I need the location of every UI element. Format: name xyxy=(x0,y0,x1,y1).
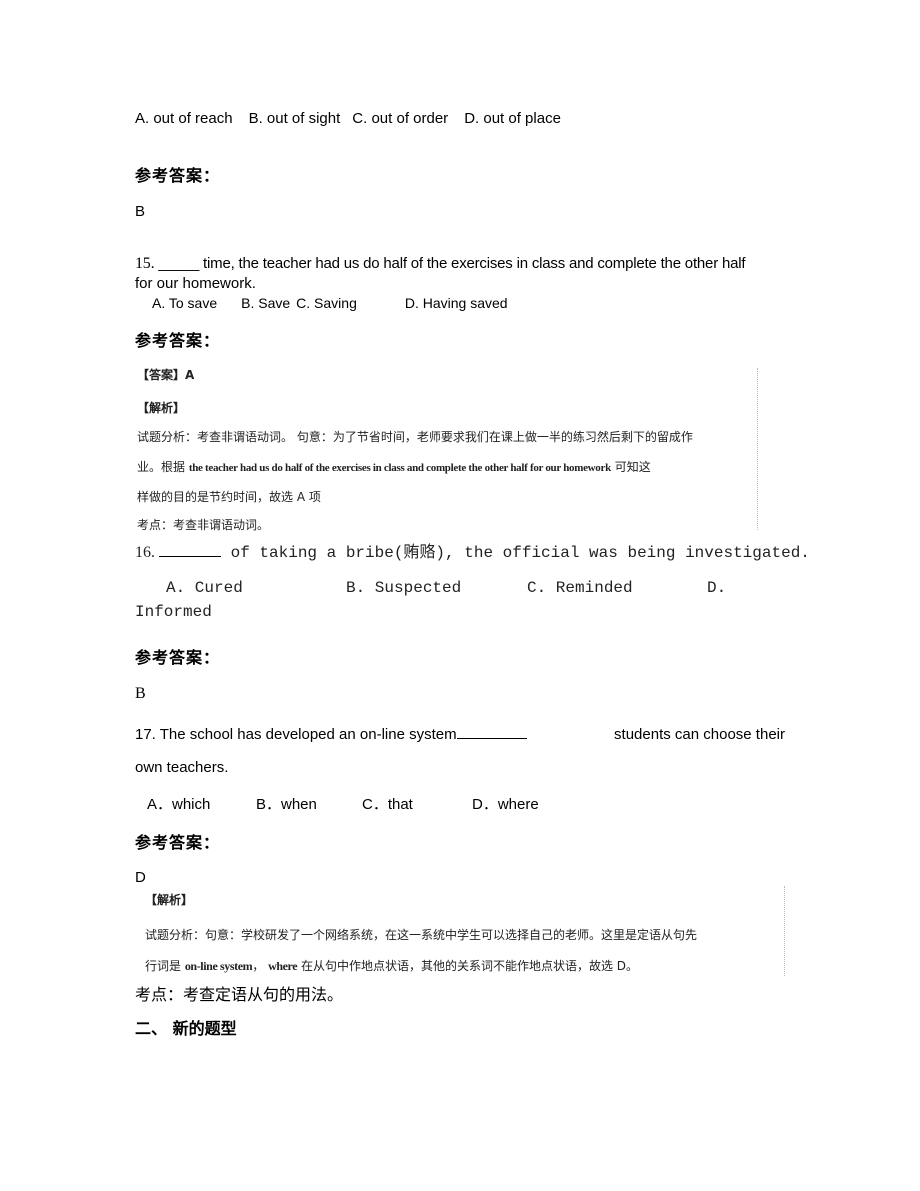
q17-option-c: C．that xyxy=(362,796,413,813)
q17-analysis-label: 【解析】 xyxy=(145,893,194,907)
q17-option-d: D．where xyxy=(472,796,539,813)
q17-explanation-line2-cn-end: 在从句中作地点状语，其他的关系词不能作地点状语，故选 D。 xyxy=(297,959,639,973)
q17-explanation-line2-mid: ， xyxy=(252,959,269,973)
q15-option-d: D. Having saved xyxy=(404,295,508,311)
q16-option-d: D. xyxy=(707,579,727,597)
snippet-border xyxy=(757,368,758,530)
q17-stem-part1: 17. The school has developed an on-line … xyxy=(135,726,457,743)
q14-answer: B xyxy=(135,203,146,220)
q17-explanation-line2-en2: where xyxy=(268,959,298,973)
q17-stem-line2: own teachers. xyxy=(135,759,229,776)
q14-option-b: B. out of sight xyxy=(248,110,341,127)
q16-number: 16. xyxy=(135,544,155,561)
q16-option-b: B. Suspected xyxy=(346,579,462,597)
q17-option-b: B．when xyxy=(256,796,317,813)
q16-answer: B xyxy=(135,685,146,702)
q15-answer-label: 【答案】A xyxy=(137,368,195,382)
snippet-border xyxy=(784,886,785,976)
q15-number: 15. xyxy=(135,255,155,272)
q15-option-c: C. Saving xyxy=(296,295,357,311)
q16-option-c: C. Reminded xyxy=(527,579,633,597)
q17-explanation-line2: 行词是 on-line system， where 在从句中作地点状语，其他的关… xyxy=(145,957,638,974)
q17-explanation-line1: 试题分析：句意：学校研发了一个网络系统，在这一系统中学生可以选择自己的老师。这里… xyxy=(145,928,698,942)
q14-options: A. out of reach B. out of sight C. out of … xyxy=(135,110,561,127)
q15-blank: _____ xyxy=(158,255,200,272)
q17-point: 考点：考查定语从句的用法。 xyxy=(135,985,344,1004)
q15-stem-text: time, the teacher had us do half of the … xyxy=(199,255,746,272)
q15-options: A. To save B. Save C. Saving D. Having save… xyxy=(152,295,508,311)
q17-blank xyxy=(456,738,527,739)
q16-stem: 16. of taking a bribe(贿赂), the official … xyxy=(135,538,810,562)
q17-answer: D xyxy=(135,869,146,886)
q15-explanation-line2-en: the teacher had us do half of the exerci… xyxy=(188,462,611,474)
q15-option-a: A. To save xyxy=(152,295,218,311)
q15-stem-line1: 15. _____ time, the teacher had us do ha… xyxy=(135,255,746,273)
q15-point: 考点：考查非谓语动词。 xyxy=(137,518,270,532)
q14-option-a: A. out of reach xyxy=(135,110,233,127)
q15-answer-heading: 参考答案： xyxy=(135,331,221,350)
q16-option-a: A. Cured xyxy=(166,579,243,597)
q15-explanation-line2-cn-end: 可知这 xyxy=(610,460,651,474)
q17-explanation-line2-cn: 行词是 xyxy=(145,959,185,973)
q17-stem-part2: students can choose their xyxy=(614,726,785,743)
q17-option-a: A．which xyxy=(147,796,211,813)
q15-explanation-line3: 样做的目的是节约时间，故选 A 项 xyxy=(137,490,321,504)
q15-explanation-line2-cn: 业。根据 xyxy=(137,460,189,474)
q16-blank xyxy=(159,556,221,557)
q14-answer-heading: 参考答案： xyxy=(135,166,221,185)
q15-explanation-line2: 业。根据 the teacher had us do half of the e… xyxy=(137,458,651,475)
q16-stem-text: of taking a bribe(贿赂), the official was … xyxy=(221,544,810,562)
q15-option-b: B. Save xyxy=(241,295,291,311)
q15-explanation-line1: 试题分析：考查非谓语动词。 句意：为了节省时间，老师要求我们在课上做一半的练习然… xyxy=(137,430,693,444)
q14-option-d: D. out of place xyxy=(464,110,561,127)
q17-stem-line1: 17. The school has developed an on-line … xyxy=(135,726,785,743)
q15-analysis-label: 【解析】 xyxy=(137,401,186,415)
q16-option-d-text: Informed xyxy=(135,603,212,621)
q15-stem-line2: for our homework. xyxy=(135,275,256,292)
q17-explanation-line2-en1: on-line system xyxy=(184,959,253,973)
q14-option-c: C. out of order xyxy=(352,110,449,127)
section-heading: 二、 新的题型 xyxy=(135,1019,237,1038)
q16-answer-heading: 参考答案： xyxy=(135,648,221,667)
q17-answer-heading: 参考答案： xyxy=(135,833,221,852)
